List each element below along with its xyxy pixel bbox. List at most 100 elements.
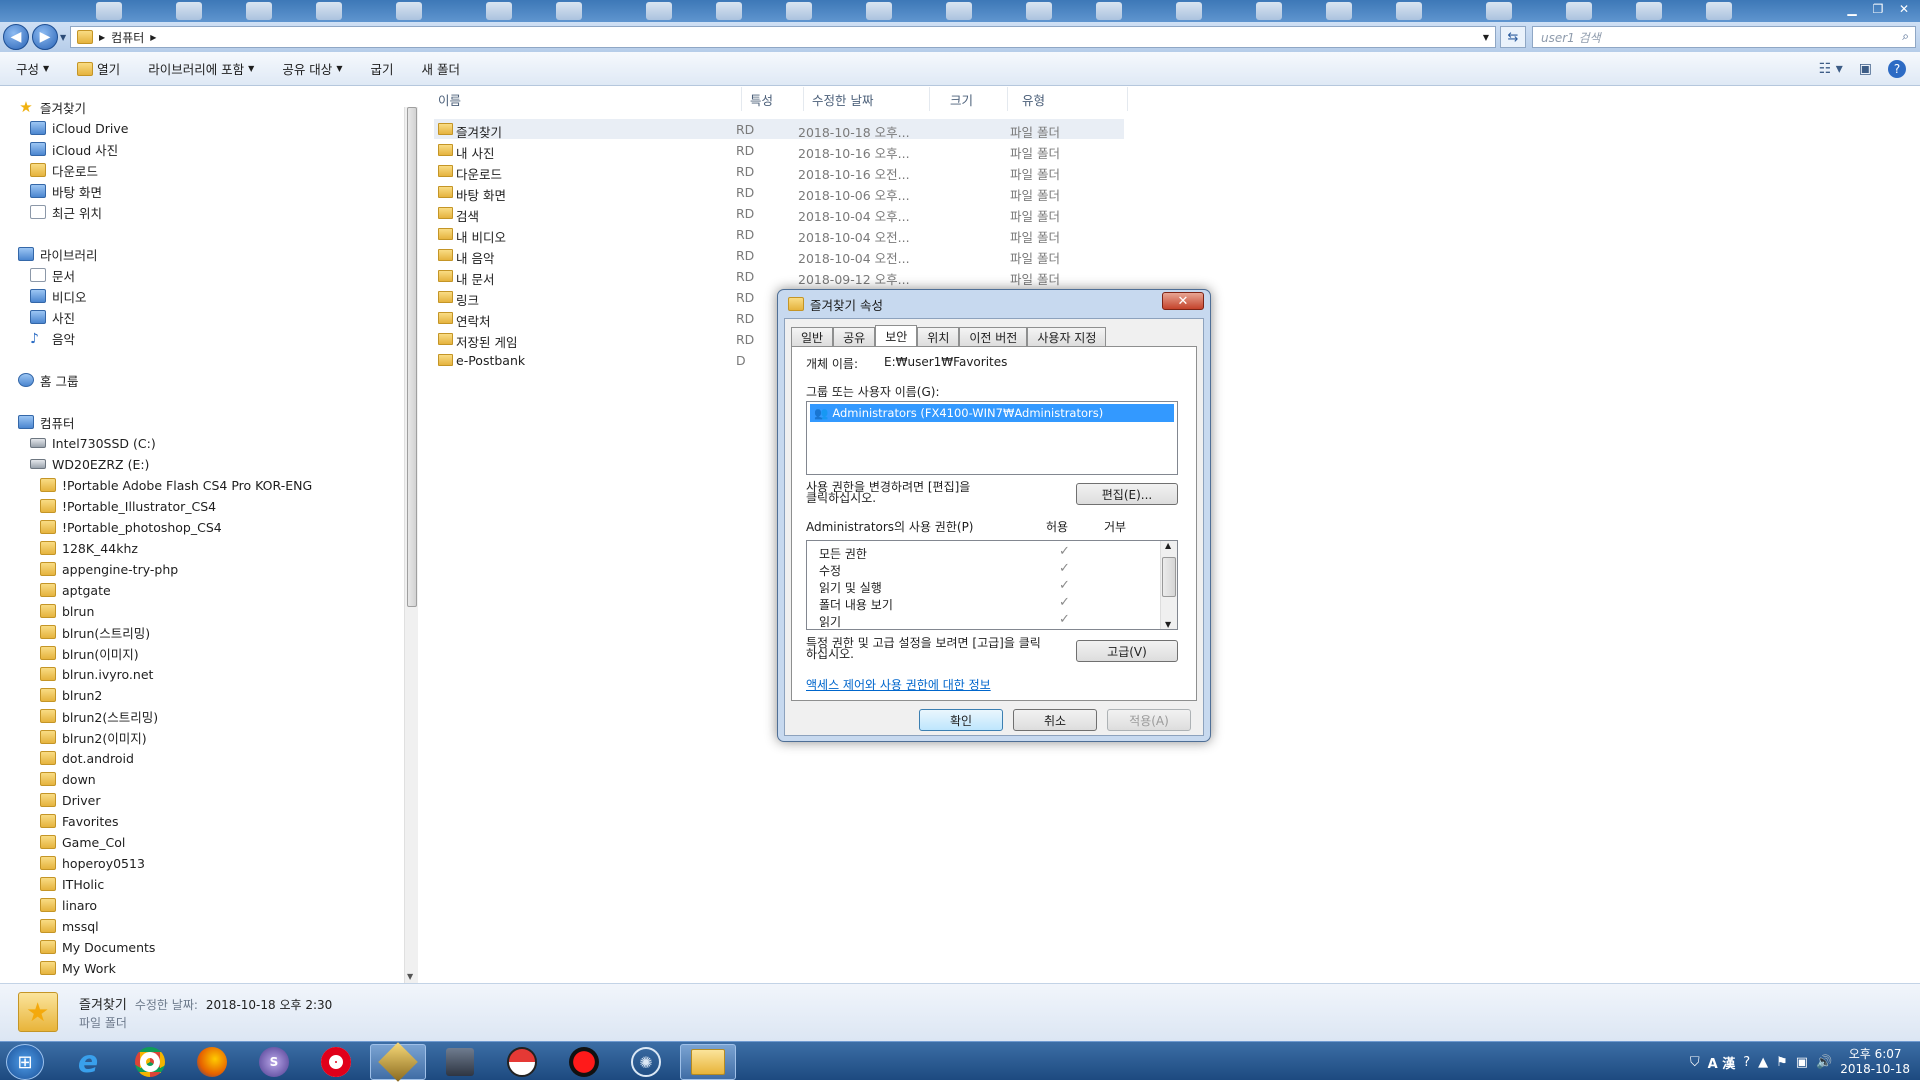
network-icon[interactable]: ▣ <box>1796 1055 1808 1070</box>
nav-folder-item[interactable]: hoperoy0513 <box>40 853 145 873</box>
open-button[interactable]: 열기 <box>77 59 120 78</box>
help-icon[interactable]: ? <box>1888 60 1906 78</box>
ok-button[interactable]: 확인 <box>919 709 1003 731</box>
scroll-up-arrow[interactable]: ▲ <box>1165 541 1171 550</box>
file-row[interactable]: 즐겨찾기 RD 2018-10-18 오후... 파일 폴더 <box>434 119 1124 140</box>
nav-folder-item[interactable]: appengine-try-php <box>40 559 178 579</box>
opera-button[interactable] <box>308 1044 364 1080</box>
nav-folder-item[interactable]: blrun2(스트리밍) <box>40 706 158 726</box>
file-row[interactable]: 내 음악 RD 2018-10-04 오전... 파일 폴더 <box>434 245 1124 266</box>
cancel-button[interactable]: 취소 <box>1013 709 1097 731</box>
tab-customize[interactable]: 사용자 지정 <box>1027 327 1107 347</box>
nav-scrollbar[interactable]: ▲ ▼ <box>404 107 418 983</box>
nav-folder-item[interactable]: mssql <box>40 916 99 936</box>
file-row[interactable]: 내 문서 RD 2018-09-12 오후... 파일 폴더 <box>434 266 1124 287</box>
help-icon[interactable]: ? <box>1743 1055 1750 1070</box>
scrollbar-thumb[interactable] <box>407 107 417 607</box>
file-row[interactable]: 내 사진 RD 2018-10-16 오후... 파일 폴더 <box>434 140 1124 161</box>
ime-indicator[interactable]: A 漢 <box>1708 1053 1736 1072</box>
column-header-modified[interactable]: 수정한 날짜 <box>804 87 930 111</box>
nav-folder-item[interactable]: ITHolic <box>40 874 104 894</box>
nav-drive-e[interactable]: WD20EZRZ (E:) <box>30 454 149 474</box>
dialog-close-button[interactable]: ✕ <box>1162 292 1204 310</box>
nav-folder-item[interactable]: down <box>40 769 96 789</box>
refresh-button[interactable]: ⇆ <box>1500 26 1526 48</box>
chevron-right-icon[interactable]: ▶ <box>150 33 156 42</box>
file-row[interactable]: 바탕 화면 RD 2018-10-06 오후... 파일 폴더 <box>434 182 1124 203</box>
maximize-button[interactable]: ❐ <box>1866 0 1890 18</box>
chevron-right-icon[interactable]: ▶ <box>99 33 105 42</box>
nav-item-downloads[interactable]: 다운로드 <box>30 160 98 180</box>
app-tree-button[interactable]: ✺ <box>618 1044 674 1080</box>
group-user-list[interactable]: 👥 Administrators (FX4100-WIN7₩Administra… <box>806 401 1178 475</box>
nav-item-documents[interactable]: 문서 <box>30 265 75 285</box>
nav-folder-item[interactable]: !Portable Adobe Flash CS4 Pro KOR-ENG <box>40 475 312 495</box>
nav-folder-item[interactable]: My Documents <box>40 937 155 957</box>
burn-button[interactable]: 굽기 <box>370 59 393 78</box>
share-with-button[interactable]: 공유 대상 ▼ <box>282 59 342 78</box>
file-row[interactable]: 다운로드 RD 2018-10-16 오전... 파일 폴더 <box>434 161 1124 182</box>
tab-location[interactable]: 위치 <box>917 327 960 347</box>
nav-folder-item[interactable]: !Portable_Illustrator_CS4 <box>40 496 216 516</box>
permissions-scrollbar[interactable]: ▲ ▼ <box>1160 541 1177 629</box>
app-active-button[interactable] <box>370 1042 426 1082</box>
nav-folder-item[interactable]: !Portable_photoshop_CS4 <box>40 517 222 537</box>
volume-icon[interactable]: 🔊 <box>1816 1055 1832 1070</box>
minimize-button[interactable]: ▁ <box>1840 0 1864 18</box>
column-header-size[interactable]: 크기 <box>930 87 1008 111</box>
tab-sharing[interactable]: 공유 <box>833 327 876 347</box>
nav-libraries-header[interactable]: 라이브러리 <box>18 244 98 264</box>
column-header-type[interactable]: 유형 <box>1008 87 1128 111</box>
tab-general[interactable]: 일반 <box>791 327 834 347</box>
chrome-button[interactable] <box>122 1044 178 1080</box>
app-ball-button[interactable] <box>494 1044 550 1080</box>
recorder-button[interactable] <box>556 1044 612 1080</box>
nav-folder-item[interactable]: Driver <box>40 790 100 810</box>
nav-folder-item[interactable]: blrun(이미지) <box>40 643 139 663</box>
app-box-button[interactable] <box>432 1044 488 1080</box>
recent-pages-dropdown[interactable]: ▼ <box>60 33 66 42</box>
nav-item-pictures[interactable]: 사진 <box>30 307 75 327</box>
access-control-help-link[interactable]: 액세스 제어와 사용 권한에 대한 정보 <box>806 676 991 693</box>
nav-folder-item[interactable]: blrun2 <box>40 685 102 705</box>
internet-explorer-button[interactable]: e <box>60 1044 116 1080</box>
flag-icon[interactable]: ⚑ <box>1776 1055 1788 1070</box>
nav-item-recent-places[interactable]: 최근 위치 <box>30 202 102 222</box>
clock[interactable]: 오후 6:07 2018-10-18 <box>1840 1047 1910 1077</box>
nav-item-icloud-photos[interactable]: iCloud 사진 <box>30 139 118 159</box>
edit-button[interactable]: 편집(E)... <box>1076 483 1178 505</box>
nav-item-music[interactable]: ♪ 음악 <box>30 328 75 348</box>
search-input[interactable]: user1 검색 ⌕ <box>1532 26 1916 48</box>
nav-folder-item[interactable]: Game_Col <box>40 832 125 852</box>
forward-button[interactable]: ▶ <box>32 24 58 50</box>
file-row[interactable]: 내 비디오 RD 2018-10-04 오전... 파일 폴더 <box>434 224 1124 245</box>
tab-previous-versions[interactable]: 이전 버전 <box>959 327 1028 347</box>
tray-overflow-icon[interactable]: ▲ <box>1758 1055 1768 1070</box>
nav-folder-item[interactable]: My Work <box>40 958 116 978</box>
user-list-item[interactable]: 👥 Administrators (FX4100-WIN7₩Administra… <box>810 404 1174 422</box>
include-in-library-button[interactable]: 라이브러리에 포함 ▼ <box>148 59 254 78</box>
close-button[interactable]: ✕ <box>1892 0 1916 18</box>
preview-pane-icon[interactable]: ▣ <box>1859 61 1872 77</box>
advanced-button[interactable]: 고급(V) <box>1076 640 1178 662</box>
app-s-button[interactable]: S <box>246 1044 302 1080</box>
scrollbar-thumb[interactable] <box>1162 557 1176 597</box>
nav-favorites-header[interactable]: ★ 즐겨찾기 <box>18 97 86 117</box>
firefox-button[interactable] <box>184 1044 240 1080</box>
nav-folder-item[interactable]: 128K_44khz <box>40 538 138 558</box>
shield-icon[interactable]: ⛉ <box>1690 1055 1700 1070</box>
scroll-down-arrow[interactable]: ▼ <box>407 972 413 981</box>
nav-item-icloud-drive[interactable]: iCloud Drive <box>30 118 128 138</box>
scroll-down-arrow[interactable]: ▼ <box>1165 620 1171 629</box>
nav-computer-header[interactable]: 컴퓨터 <box>18 412 75 432</box>
file-row[interactable]: 검색 RD 2018-10-04 오후... 파일 폴더 <box>434 203 1124 224</box>
search-icon[interactable]: ⌕ <box>1902 29 1909 44</box>
nav-folder-item[interactable]: aptgate <box>40 580 111 600</box>
back-button[interactable]: ◀ <box>3 24 29 50</box>
tab-security[interactable]: 보안 <box>875 325 918 347</box>
address-dropdown[interactable]: ▼ <box>1483 33 1489 42</box>
nav-folder-item[interactable]: blrun(스트리밍) <box>40 622 150 642</box>
address-field[interactable]: ▶ 컴퓨터 ▶ ▼ <box>70 26 1496 48</box>
organize-button[interactable]: 구성 ▼ <box>16 59 49 78</box>
nav-item-desktop[interactable]: 바탕 화면 <box>30 181 102 201</box>
